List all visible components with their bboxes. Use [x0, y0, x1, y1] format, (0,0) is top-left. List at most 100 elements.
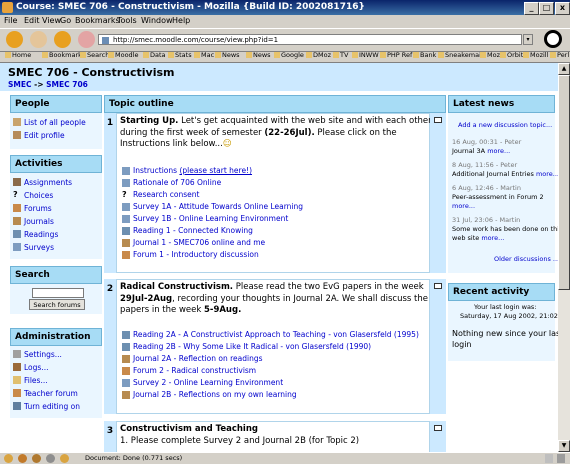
people-icon: [13, 118, 21, 126]
activity-journal-2a[interactable]: Journal 2A - Reflection on readings: [122, 354, 263, 363]
activity-rationale[interactable]: Rationale of 706 Online: [122, 178, 221, 187]
bookmark-php-ref[interactable]: PHP Ref: [380, 51, 412, 59]
bookmark-bookmarks[interactable]: Bookmarks: [42, 51, 85, 59]
add-discussion-link[interactable]: Add a new discussion topic...: [458, 121, 552, 129]
readings-link[interactable]: Readings: [13, 230, 58, 239]
edit-icon: [13, 402, 21, 410]
activity-forum-2[interactable]: Forum 2 - Radical constructivism: [122, 366, 256, 375]
edit-profile-link[interactable]: Edit profile: [13, 131, 65, 140]
vertical-scrollbar[interactable]: ▲ ▼: [558, 63, 570, 452]
bookmark-orbit[interactable]: Orbit: [500, 51, 523, 59]
menu-window[interactable]: Window: [141, 16, 173, 25]
menu-edit[interactable]: Edit: [24, 16, 40, 25]
activity-survey-1a[interactable]: Survey 1A - Attitude Towards Online Lear…: [122, 202, 303, 211]
scroll-up-button[interactable]: ▲: [558, 63, 570, 75]
activity-forum-1[interactable]: Forum 1 - Introductory discussion: [122, 250, 259, 259]
search-forums-button[interactable]: Search forums: [29, 299, 85, 310]
surveys-link[interactable]: Surveys: [13, 243, 54, 252]
breadcrumb-root-link[interactable]: SMEC: [8, 80, 32, 89]
chatzilla-icon[interactable]: [60, 454, 69, 463]
window-title-bar[interactable]: Course: SMEC 706 - Constructivism - Mozi…: [0, 0, 570, 15]
news-date: 8 Aug, 11:56 - Peter: [452, 161, 518, 169]
close-button[interactable]: x: [555, 2, 570, 15]
search-input[interactable]: [32, 288, 84, 298]
bookmark-bank[interactable]: Bank: [413, 51, 436, 59]
bookmark-inww[interactable]: INWW: [352, 51, 379, 59]
bookmark-tv[interactable]: TV: [333, 51, 348, 59]
bookmark-mac[interactable]: Mac: [194, 51, 214, 59]
bookmark-home[interactable]: Home: [5, 51, 31, 59]
activity-research-consent[interactable]: ? Research consent: [122, 190, 199, 199]
scroll-down-button[interactable]: ▼: [558, 440, 570, 452]
menu-bookmarks[interactable]: Bookmarks: [75, 16, 120, 25]
status-text: Document: Done (0.771 secs): [85, 454, 183, 462]
news-more-link[interactable]: more...: [452, 202, 475, 210]
choices-link[interactable]: ? Choices: [13, 191, 53, 201]
show-only-topic-icon[interactable]: [434, 425, 442, 431]
folder-icon: [333, 52, 339, 58]
news-item: Some work has been done on this: [452, 225, 558, 233]
topic-section-1: 1 Starting Up. Let's get acquainted with…: [104, 113, 446, 273]
url-dropdown-button[interactable]: ▾: [523, 34, 533, 45]
reading-icon: [13, 230, 21, 238]
menu-go[interactable]: Go: [60, 16, 71, 25]
news-more-link[interactable]: more...: [481, 234, 504, 242]
teacher-forum-link[interactable]: Teacher forum: [13, 389, 78, 398]
forums-link[interactable]: Forums: [13, 204, 52, 213]
bookmark-dmoz[interactable]: DMoz: [306, 51, 331, 59]
bookmark-moodle[interactable]: Moodle: [108, 51, 139, 59]
logs-link[interactable]: Logs...: [13, 363, 48, 372]
menu-view[interactable]: View: [42, 16, 61, 25]
bookmark-news-2[interactable]: News: [246, 51, 271, 59]
mail-icon[interactable]: [18, 454, 27, 463]
stop-icon[interactable]: [78, 31, 95, 48]
bookmark-perl[interactable]: Perl: [550, 51, 569, 59]
bookmark-sneakemail[interactable]: Sneakemail: [438, 51, 483, 59]
activity-instructions[interactable]: Instructions (please start here!): [122, 166, 252, 175]
show-only-topic-icon[interactable]: [434, 283, 442, 289]
reading-icon: [122, 331, 130, 339]
bookmark-mozill[interactable]: Mozill: [523, 51, 548, 59]
url-field[interactable]: http://smec.moodle.com/course/view.php?i…: [98, 34, 522, 45]
menu-tools[interactable]: Tools: [117, 16, 137, 25]
activity-journal-2b[interactable]: Journal 2B - Reflections on my own learn…: [122, 390, 297, 399]
turn-editing-on-link[interactable]: Turn editing on: [13, 402, 80, 411]
address-book-icon[interactable]: [46, 454, 55, 463]
activity-reading-2b[interactable]: Reading 2B - Why Some Like It Radical - …: [122, 342, 371, 351]
list-all-people-link[interactable]: List of all people: [13, 118, 86, 127]
files-link[interactable]: Files...: [13, 376, 48, 385]
bookmark-stats[interactable]: Stats: [168, 51, 192, 59]
back-icon[interactable]: [6, 31, 23, 48]
bookmark-moz[interactable]: Moz: [480, 51, 500, 59]
section-side: [430, 279, 446, 414]
menu-help[interactable]: Help: [172, 16, 190, 25]
show-only-topic-icon[interactable]: [434, 117, 442, 123]
journals-link[interactable]: Journals: [13, 217, 54, 226]
bookmark-google[interactable]: Google: [274, 51, 304, 59]
scroll-thumb[interactable]: [558, 75, 570, 290]
activity-reading-2a[interactable]: Reading 2A - A Constructivist Approach t…: [122, 330, 419, 339]
mozilla-throbber-icon[interactable]: [544, 30, 562, 48]
settings-link[interactable]: Settings...: [13, 350, 62, 359]
forward-icon[interactable]: [30, 31, 47, 48]
news-more-link[interactable]: more...: [536, 170, 558, 178]
minimize-button[interactable]: _: [524, 2, 539, 15]
activity-reading-1[interactable]: Reading 1 - Connected Knowing: [122, 226, 253, 235]
maximize-button[interactable]: □: [539, 2, 554, 15]
activity-survey-1b[interactable]: Survey 1B - Online Learning Environment: [122, 214, 288, 223]
section-number: 2: [104, 279, 116, 414]
bookmark-data[interactable]: Data: [143, 51, 166, 59]
news-more-link[interactable]: more...: [487, 147, 510, 155]
activity-journal-1[interactable]: Journal 1 - SMEC706 online and me: [122, 238, 265, 247]
older-discussions-link[interactable]: Older discussions ...: [494, 255, 558, 263]
folder-icon: [550, 52, 556, 58]
composer-icon[interactable]: [32, 454, 41, 463]
reload-icon[interactable]: [54, 31, 71, 48]
menu-file[interactable]: File: [4, 16, 17, 25]
assignments-link[interactable]: Assignments: [13, 178, 72, 187]
bookmark-search[interactable]: Search: [80, 51, 109, 59]
resource-icon: [122, 167, 130, 175]
navigator-icon[interactable]: [4, 454, 13, 463]
activity-survey-2[interactable]: Survey 2 - Online Learning Environment: [122, 378, 283, 387]
bookmark-news[interactable]: News: [215, 51, 240, 59]
